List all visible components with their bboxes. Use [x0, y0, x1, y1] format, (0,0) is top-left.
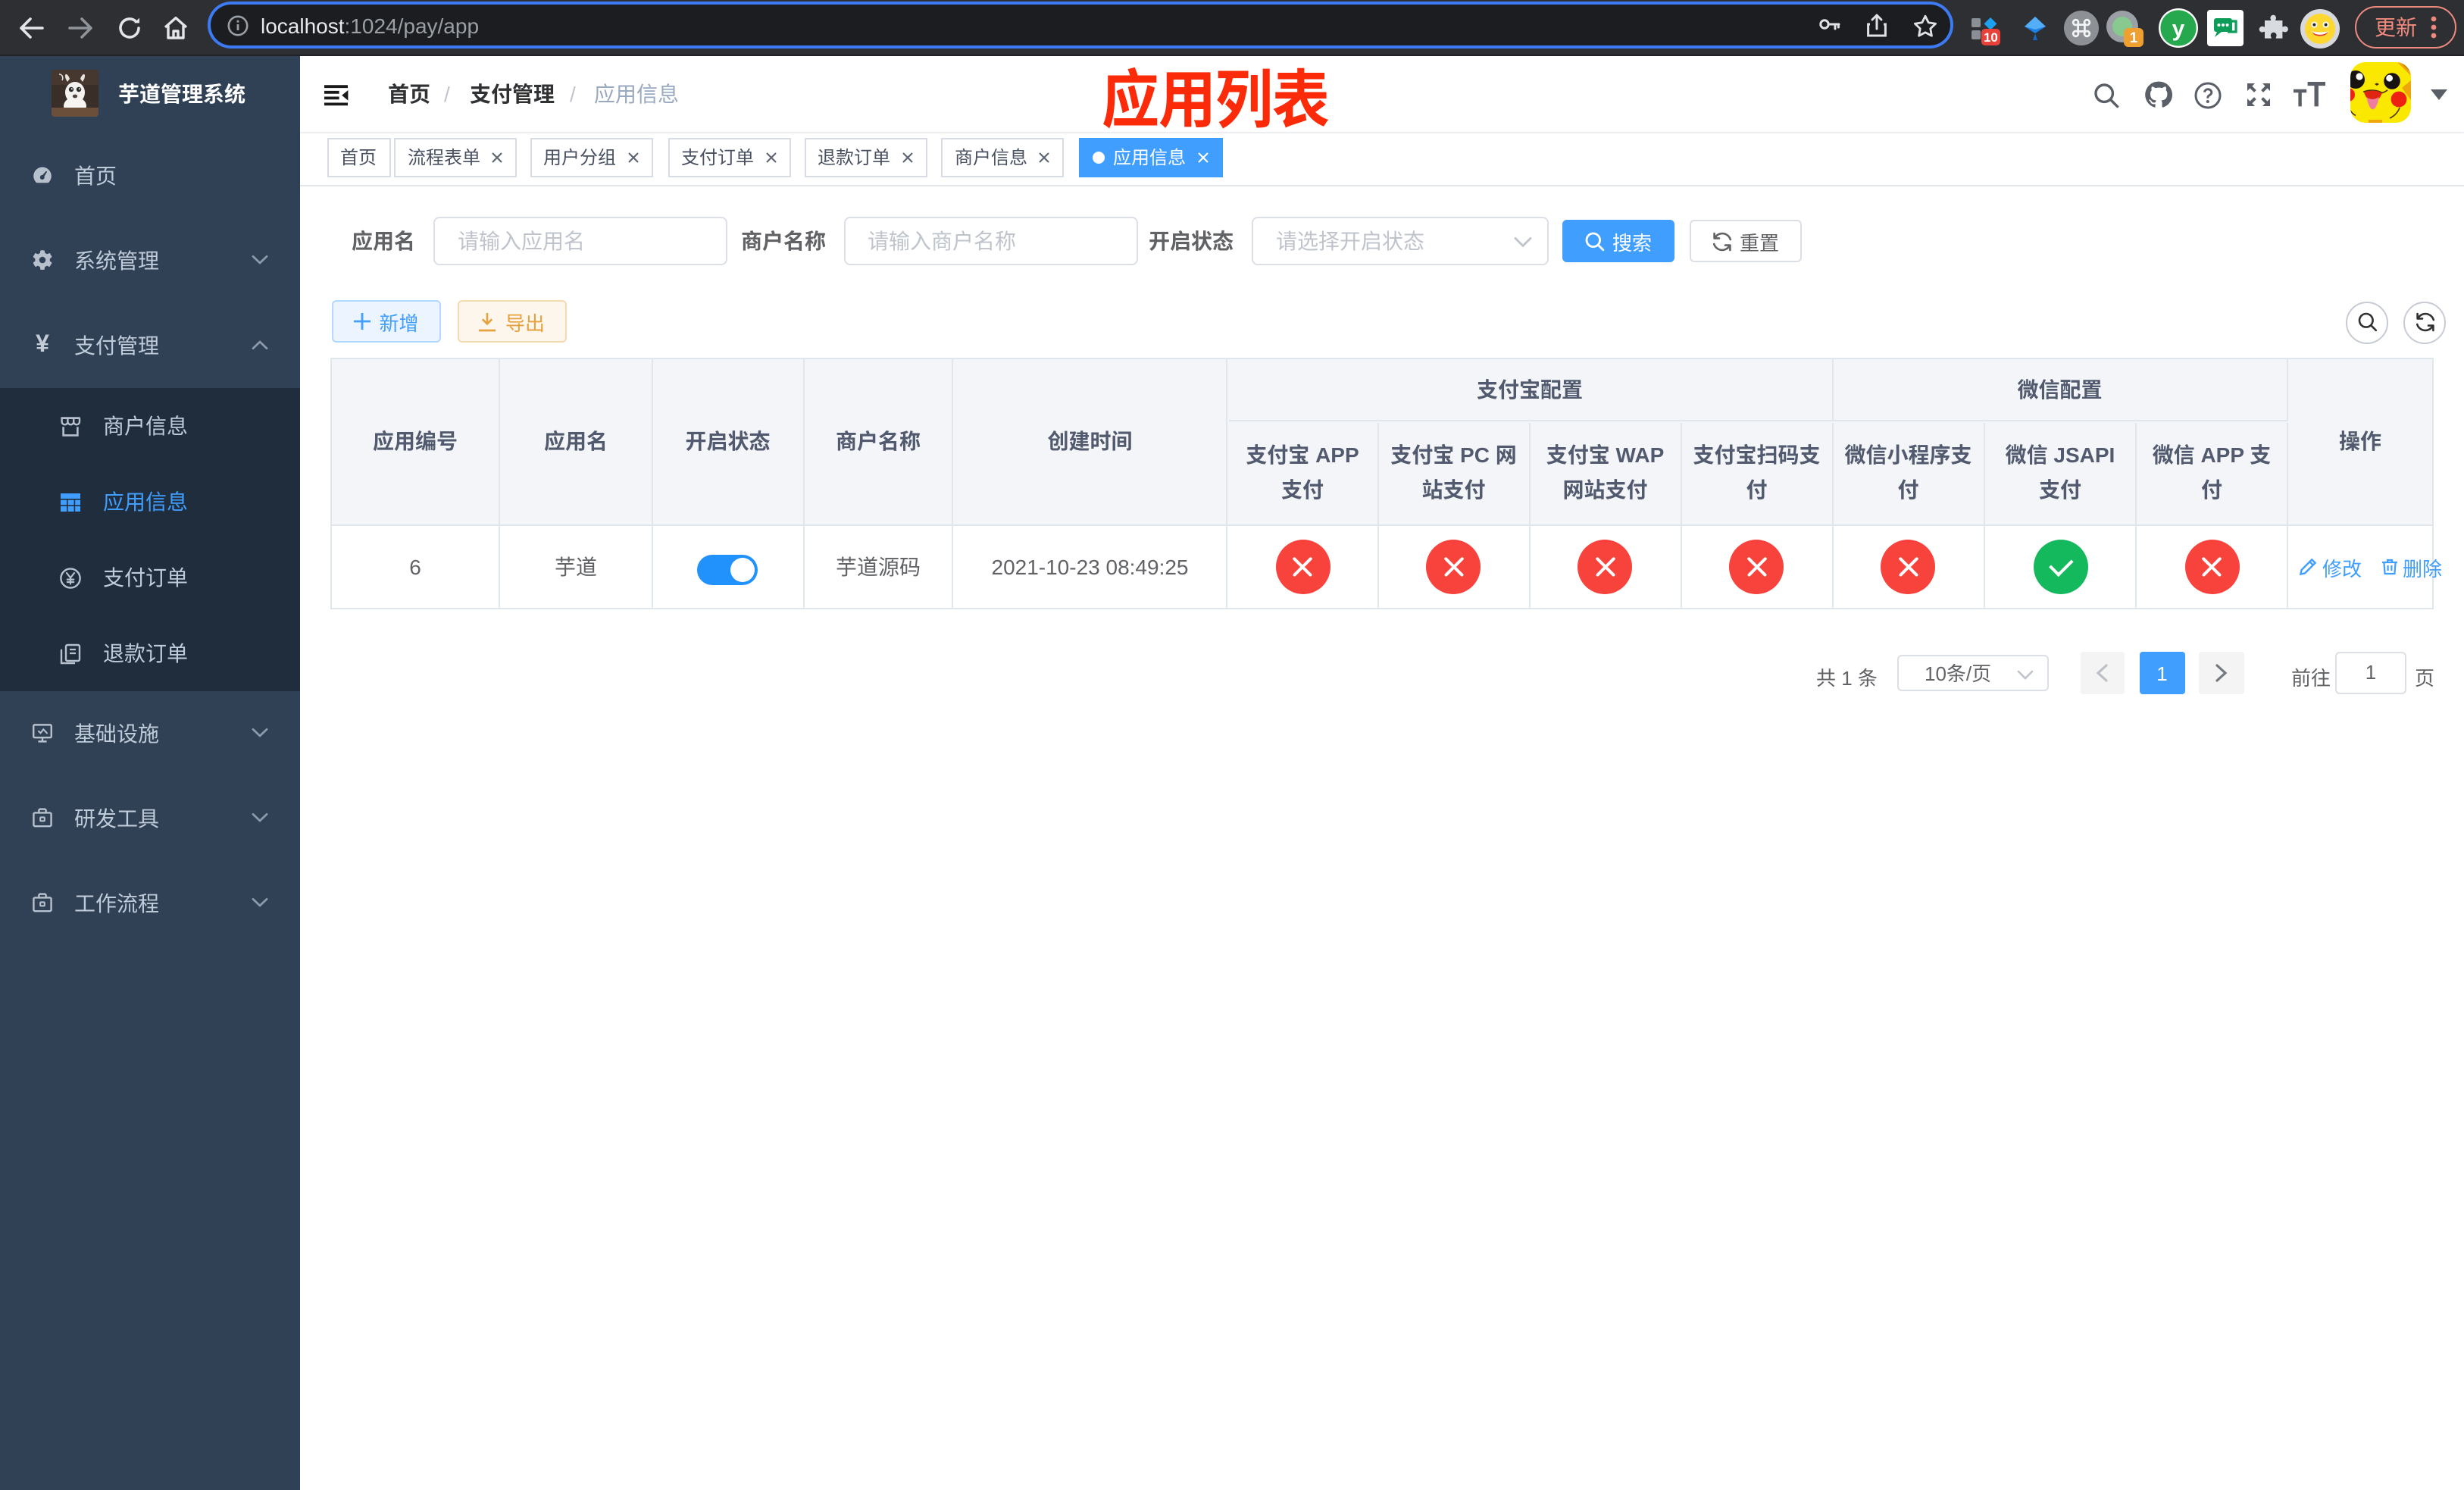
svg-text:10: 10: [1984, 30, 1998, 44]
svg-text:1: 1: [2130, 30, 2138, 45]
svg-text:y: y: [2172, 17, 2185, 42]
